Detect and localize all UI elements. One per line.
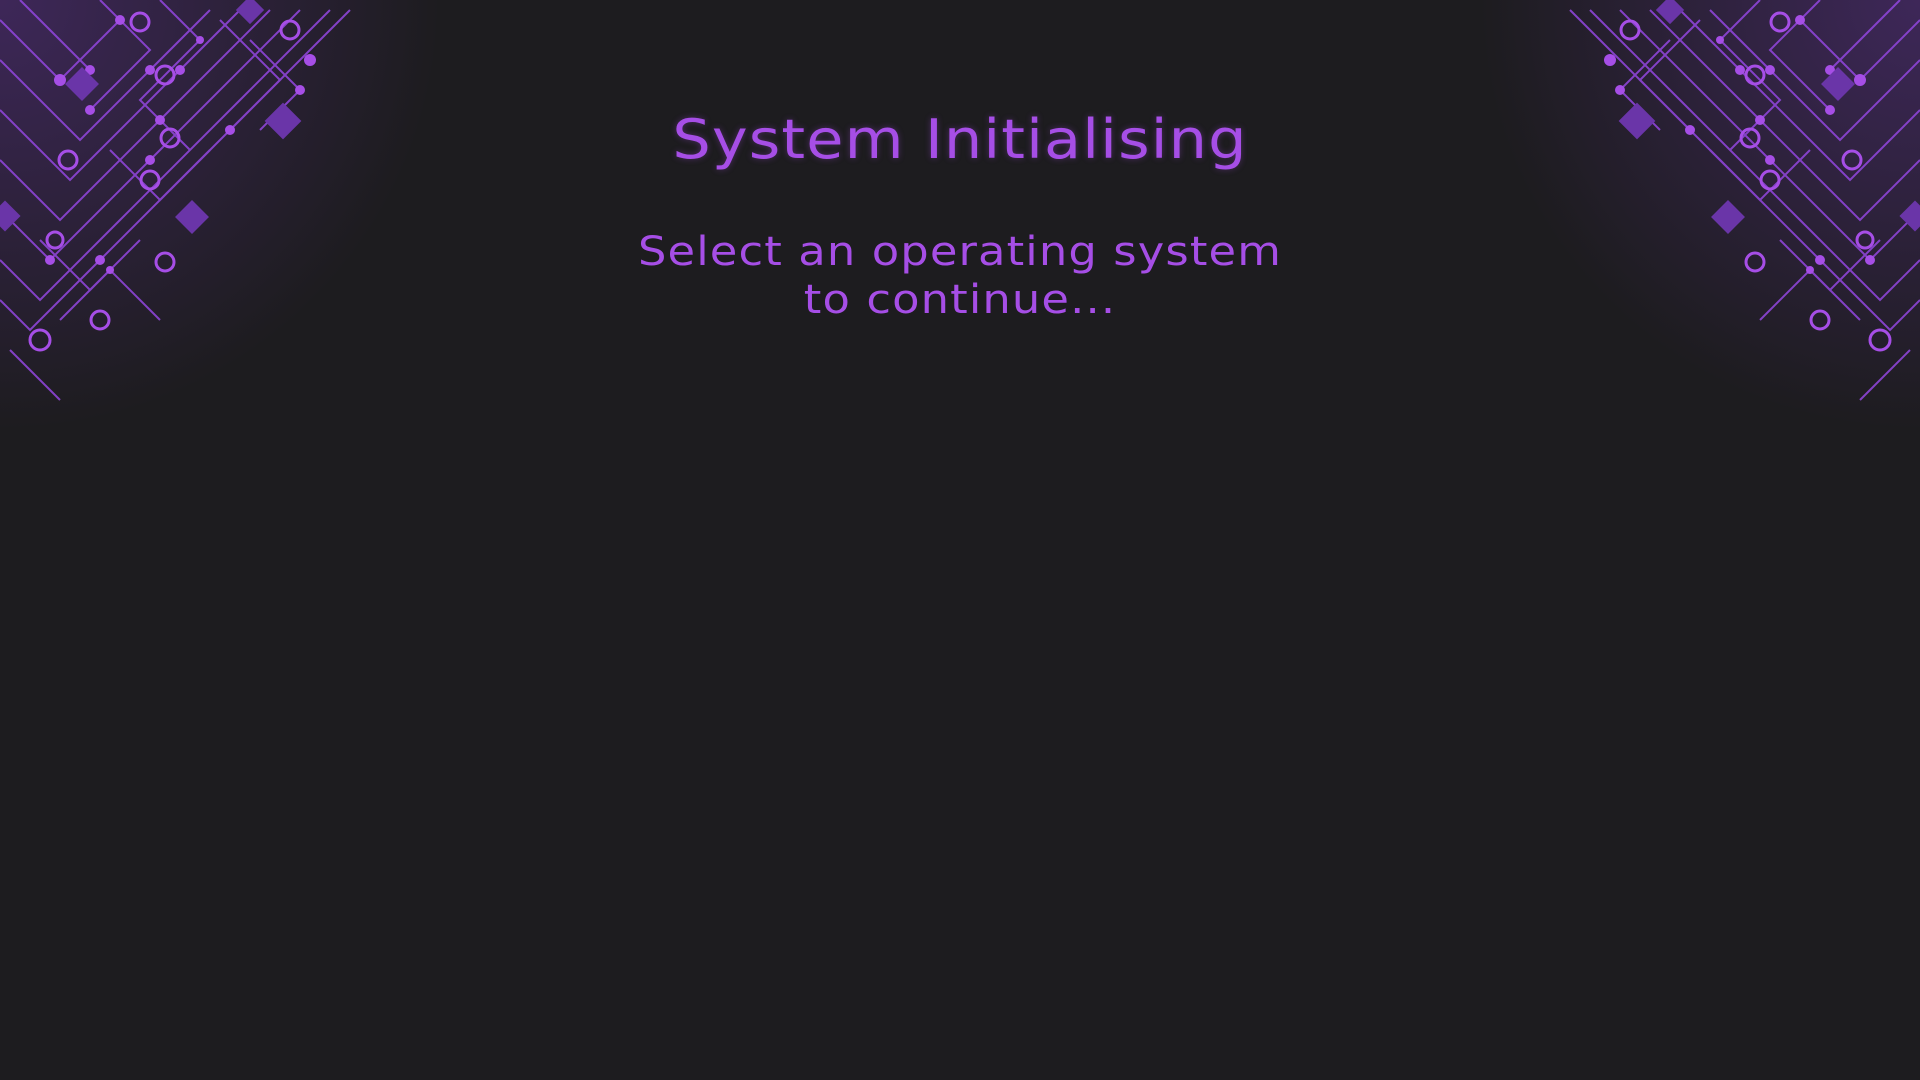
page-title: System Initialising [672,108,1248,171]
boot-screen: System Initialising Select an operating … [0,0,1920,1080]
circuit-pattern-left-icon [0,0,440,430]
page-subtitle: Select an operating system to continue..… [0,228,1920,324]
subtitle-line-1: Select an operating system [638,229,1282,275]
circuit-pattern-right-icon [1480,0,1920,430]
subtitle-line-2: to continue... [803,277,1117,323]
